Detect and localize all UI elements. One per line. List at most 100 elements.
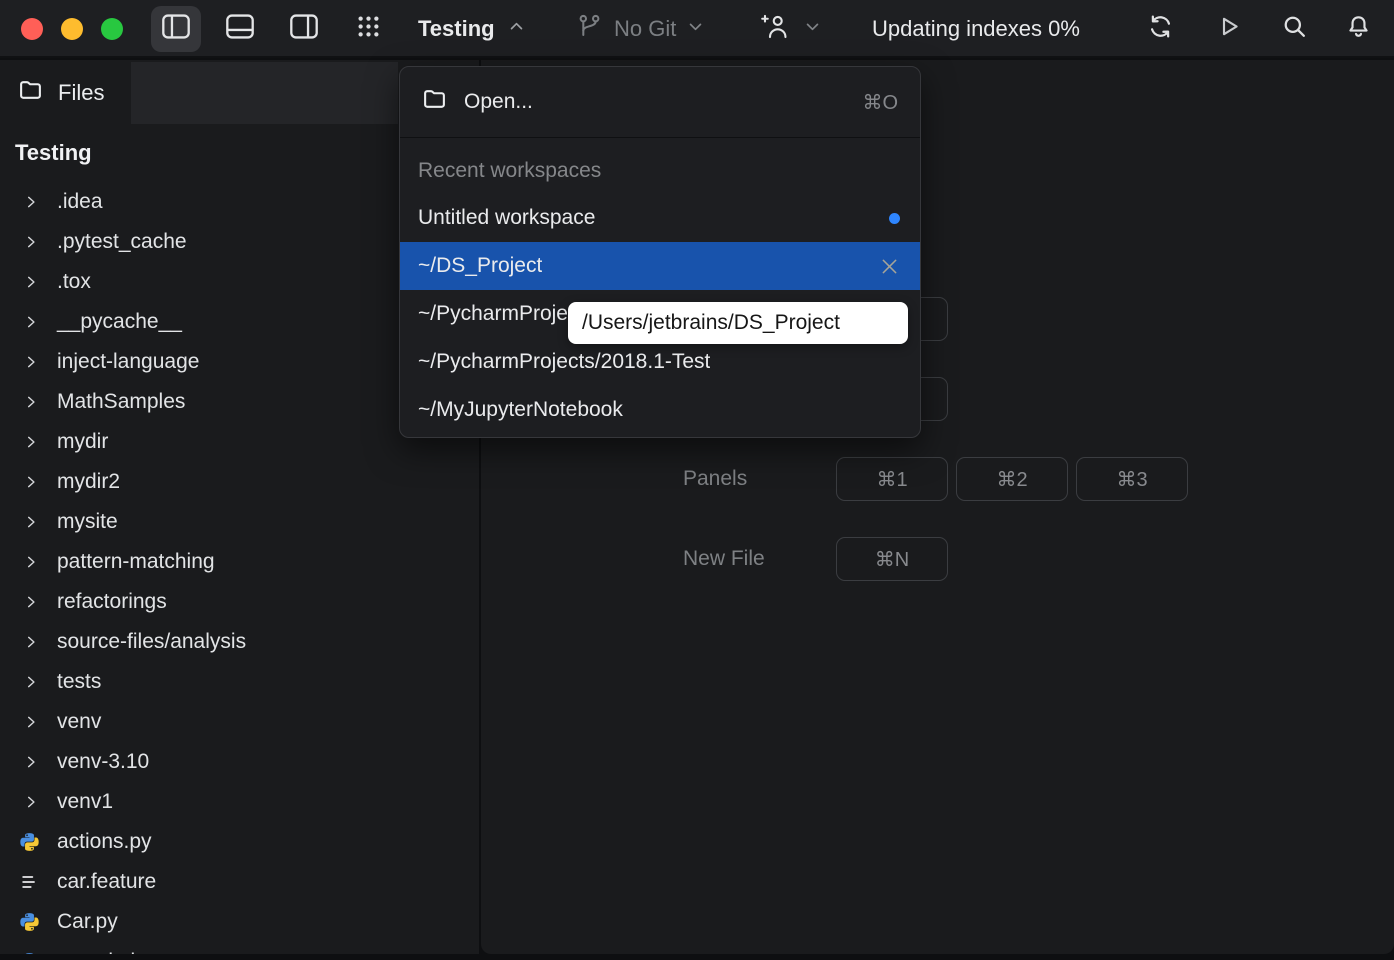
search-button[interactable] bbox=[1274, 0, 1314, 58]
toggle-left-panel-button[interactable] bbox=[151, 6, 201, 52]
tree-item-label: refactorings bbox=[57, 590, 167, 614]
tree-item-pattern-matching[interactable]: pattern-matching bbox=[0, 542, 479, 582]
shortcut-keycap: ⌘3 bbox=[1076, 457, 1188, 501]
tree-item-actions.py[interactable]: actions.py bbox=[0, 822, 479, 862]
chevron-right-icon[interactable] bbox=[24, 315, 38, 329]
chevron-right-icon[interactable] bbox=[24, 555, 38, 569]
toggle-right-panel-button[interactable] bbox=[279, 6, 329, 52]
tree-item-venv[interactable]: venv bbox=[0, 702, 479, 742]
chevron-right-icon[interactable] bbox=[24, 235, 38, 249]
chevron-up-icon bbox=[508, 18, 525, 40]
panel-tab-strip bbox=[131, 62, 398, 124]
notifications-button[interactable] bbox=[1338, 0, 1378, 58]
run-button[interactable] bbox=[1208, 0, 1248, 58]
tree-item-label: venv1 bbox=[57, 790, 113, 814]
tree-item-source-files-analysis[interactable]: source-files/analysis bbox=[0, 622, 479, 662]
collaboration-widget[interactable] bbox=[760, 0, 821, 58]
chevron-right-icon[interactable] bbox=[24, 715, 38, 729]
tree-item-label: .idea bbox=[57, 190, 103, 214]
workspace-grid-button[interactable] bbox=[343, 6, 393, 52]
workspace-item[interactable]: ~/DS_Project bbox=[400, 242, 920, 290]
workspace-menu: Open... ⌘O Recent workspaces Untitled wo… bbox=[399, 66, 921, 438]
tree-item-label: actions.py bbox=[57, 830, 152, 854]
tree-item-car.feature[interactable]: car.feature bbox=[0, 862, 479, 902]
sync-button[interactable] bbox=[1140, 0, 1180, 58]
recent-workspaces-header: Recent workspaces bbox=[418, 160, 902, 182]
chevron-right-icon[interactable] bbox=[24, 675, 38, 689]
workspace-item[interactable]: Untitled workspace bbox=[400, 194, 920, 242]
chevron-right-icon[interactable] bbox=[24, 795, 38, 809]
tree-item-label: mydir bbox=[57, 430, 108, 454]
run-icon bbox=[1215, 13, 1242, 45]
shortcut-keycap: ⌘2 bbox=[956, 457, 1068, 501]
chevron-right-icon[interactable] bbox=[24, 635, 38, 649]
chevron-down-icon bbox=[804, 18, 821, 40]
tree-item-completion.py[interactable]: completion.py bbox=[0, 942, 479, 954]
git-widget[interactable]: No Git bbox=[576, 0, 704, 58]
top-bar: Testing No Git Updating indexes 0% bbox=[0, 0, 1394, 58]
workspace-item-label: ~/PycharmProjects/2018.1-Test bbox=[418, 350, 710, 374]
chevron-right-icon[interactable] bbox=[24, 195, 38, 209]
chevron-right-icon[interactable] bbox=[24, 595, 38, 609]
window-zoom-button[interactable] bbox=[101, 18, 123, 40]
tree-item-label: source-files/analysis bbox=[57, 630, 246, 654]
add-user-icon bbox=[760, 12, 791, 46]
git-status-label: No Git bbox=[614, 16, 676, 42]
search-icon bbox=[1281, 13, 1308, 45]
tab-files[interactable]: Files bbox=[0, 62, 131, 124]
window-close-button[interactable] bbox=[21, 18, 43, 40]
shortcut-keycap: ⌘N bbox=[836, 537, 948, 581]
python-file-icon bbox=[19, 832, 40, 853]
chevron-right-icon[interactable] bbox=[24, 435, 38, 449]
tree-item-label: car.feature bbox=[57, 870, 156, 894]
active-workspace-dot bbox=[889, 213, 900, 224]
tab-files-label: Files bbox=[58, 80, 104, 106]
tree-item-refactorings[interactable]: refactorings bbox=[0, 582, 479, 622]
python-file-icon bbox=[19, 912, 40, 933]
chevron-right-icon[interactable] bbox=[24, 475, 38, 489]
chevron-right-icon[interactable] bbox=[24, 395, 38, 409]
tree-item-venv-3.10[interactable]: venv-3.10 bbox=[0, 742, 479, 782]
git-branch-icon bbox=[576, 13, 603, 45]
layout-left-icon bbox=[161, 13, 191, 45]
layout-bottom-icon bbox=[225, 13, 255, 45]
chevron-down-icon bbox=[687, 18, 704, 40]
layout-right-icon bbox=[289, 13, 319, 45]
tree-item-label: .pytest_cache bbox=[57, 230, 187, 254]
project-switcher[interactable]: Testing bbox=[418, 0, 525, 58]
tree-item-tests[interactable]: tests bbox=[0, 662, 479, 702]
feature-file-icon bbox=[19, 872, 39, 892]
app-grid-icon bbox=[355, 13, 382, 45]
folder-icon bbox=[18, 78, 43, 108]
chevron-right-icon[interactable] bbox=[24, 515, 38, 529]
sync-icon bbox=[1147, 13, 1174, 45]
chevron-right-icon[interactable] bbox=[24, 275, 38, 289]
menu-item-open[interactable]: Open... ⌘O bbox=[400, 67, 920, 138]
workspace-item-label: ~/DS_Project bbox=[418, 254, 542, 278]
tree-item-label: Car.py bbox=[57, 910, 118, 934]
workspace-item[interactable]: ~/PycharmProjects/2018.1-Test bbox=[400, 338, 920, 386]
chevron-right-icon[interactable] bbox=[24, 355, 38, 369]
tree-item-label: mydir2 bbox=[57, 470, 120, 494]
chevron-right-icon[interactable] bbox=[24, 755, 38, 769]
shortcut-label: Panels bbox=[683, 467, 747, 491]
shortcut-label: New File bbox=[683, 547, 765, 571]
tree-item-label: .tox bbox=[57, 270, 91, 294]
tree-item-label: completion.py bbox=[57, 950, 187, 954]
toggle-bottom-panel-button[interactable] bbox=[215, 6, 265, 52]
tree-item-venv1[interactable]: venv1 bbox=[0, 782, 479, 822]
workspace-item-label: Untitled workspace bbox=[418, 206, 595, 230]
tree-item-label: tests bbox=[57, 670, 101, 694]
workspace-item[interactable]: ~/MyJupyterNotebook bbox=[400, 386, 920, 434]
tree-item-label: inject-language bbox=[57, 350, 199, 374]
indexing-status: Updating indexes 0% bbox=[872, 0, 1080, 58]
tree-item-Car.py[interactable]: Car.py bbox=[0, 902, 479, 942]
shortcut-keycap: ⌘1 bbox=[836, 457, 948, 501]
open-shortcut: ⌘O bbox=[862, 90, 898, 115]
window-minimize-button[interactable] bbox=[61, 18, 83, 40]
tree-item-label: MathSamples bbox=[57, 390, 185, 414]
tree-item-mydir2[interactable]: mydir2 bbox=[0, 462, 479, 502]
project-root-label: Testing bbox=[15, 140, 92, 166]
close-icon[interactable] bbox=[879, 256, 900, 277]
tree-item-mysite[interactable]: mysite bbox=[0, 502, 479, 542]
